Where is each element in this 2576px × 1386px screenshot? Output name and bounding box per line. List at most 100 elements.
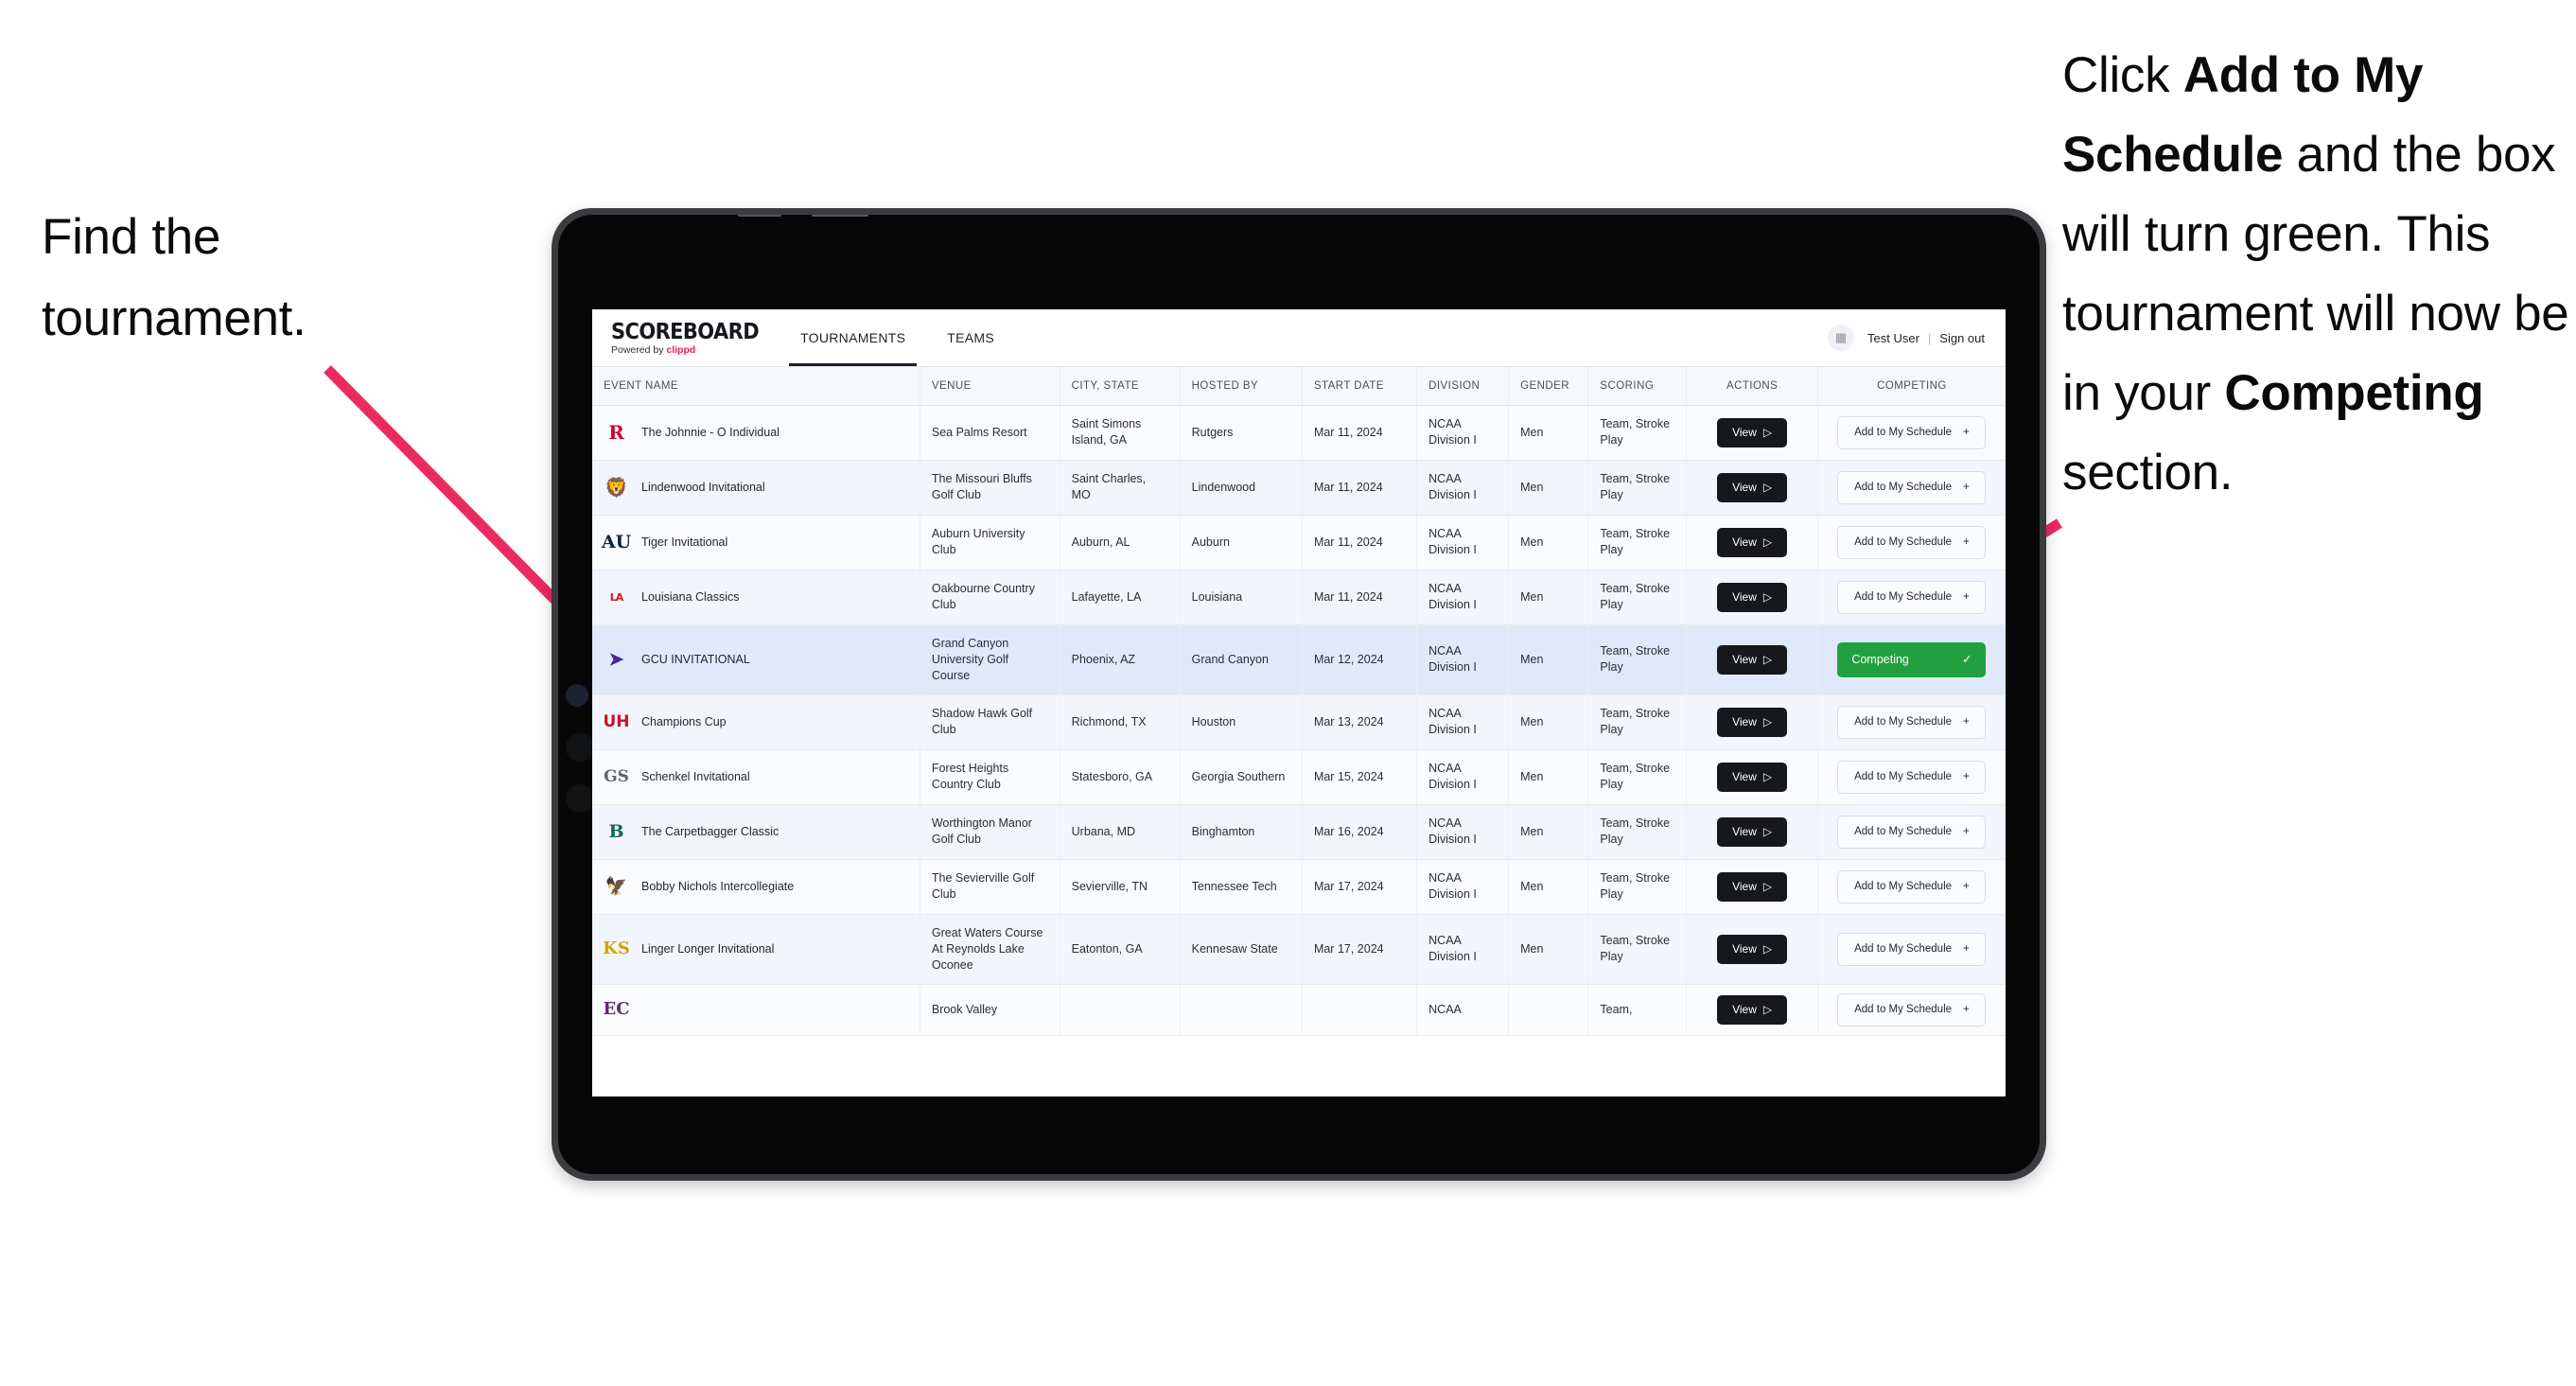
table-row[interactable]: R The Johnnie - O Individual Sea Palms Res… [592,405,2006,461]
cell-competing: Add to My Schedule + [1817,460,2006,516]
view-button[interactable]: View ▷ [1717,994,1788,1025]
col-header-scoring[interactable]: SCORING [1587,367,1688,406]
view-button[interactable]: View ▷ [1717,582,1788,612]
power-button[interactable] [738,215,781,217]
tab-teams[interactable]: TEAMS [926,309,1015,366]
view-button[interactable]: View ▷ [1717,707,1788,737]
cell-hosted-by: Lindenwood [1180,460,1303,516]
table-row[interactable]: 🦁 Lindenwood Invitational The Missouri Blu… [592,460,2006,516]
add-to-my-schedule-button[interactable]: Add to My Schedule + [1837,580,1987,614]
side-dot-2 [566,784,594,813]
add-to-my-schedule-button[interactable]: Add to My Schedule + [1837,815,1987,849]
view-button[interactable]: View ▷ [1717,871,1788,902]
view-button-label: View [1732,480,1757,494]
table-row[interactable]: B The Carpetbagger Classic Worthington Man… [592,804,2006,860]
cell-division: NCAA Division I [1416,804,1510,860]
user-grid-icon[interactable]: ▦ [1828,325,1854,351]
cell-event-name: UH Champions Cup [592,694,920,750]
col-header-gender[interactable]: GENDER [1508,367,1589,406]
cell-venue: Brook Valley [920,984,1060,1036]
cell-scoring: Team, Stroke Play [1587,804,1688,860]
plus-icon: + [1963,426,1970,438]
col-header-division[interactable]: DIVISION [1416,367,1510,406]
cell-event-name: AU Tiger Invitational [592,515,920,570]
view-button[interactable]: View ▷ [1717,762,1788,792]
col-header-actions[interactable]: ACTIONS [1686,367,1818,406]
view-button[interactable]: View ▷ [1717,934,1788,964]
powered-by-label: Powered by [611,344,667,356]
table-row[interactable]: AU Tiger Invitational Auburn University Cl… [592,515,2006,570]
plus-icon: + [1963,942,1970,955]
arrow-circle-right-icon: ▷ [1762,481,1773,494]
view-button[interactable]: View ▷ [1717,417,1788,447]
cell-actions: View ▷ [1686,460,1818,516]
volume-button[interactable] [812,215,868,217]
cell-city-state: Auburn, AL [1060,515,1181,570]
cell-start-date [1302,984,1418,1036]
table-row[interactable]: EC Brook Valley NCAA Team, View ▷ Add to My Sc… [592,984,2006,1036]
col-header-venue[interactable]: VENUE [920,367,1060,406]
cell-city-state: Saint Charles, MO [1060,460,1181,516]
view-button-label: View [1732,941,1757,956]
cell-start-date: Mar 11, 2024 [1302,460,1418,516]
user-info: Test User | Sign out [1867,331,1985,345]
table-row[interactable]: KS Linger Longer Invitational Great Waters… [592,914,2006,985]
add-to-my-schedule-button[interactable]: Add to My Schedule + [1837,705,1987,739]
view-button[interactable]: View ▷ [1717,527,1788,557]
add-to-my-schedule-button[interactable]: Add to My Schedule + [1837,415,1987,449]
cell-competing: Add to My Schedule + [1817,914,2006,985]
add-to-my-schedule-button[interactable]: Add to My Schedule + [1837,760,1987,794]
view-button[interactable]: View ▷ [1717,644,1788,675]
col-header-competing[interactable]: COMPETING [1817,367,2006,406]
table-row[interactable]: ➤ GCU INVITATIONAL Grand Canyon University… [592,624,2006,695]
col-header-hosted-by[interactable]: HOSTED BY [1180,367,1303,406]
cell-gender: Men [1508,859,1589,915]
col-header-start-date[interactable]: START DATE [1302,367,1418,406]
view-button[interactable]: View ▷ [1717,472,1788,502]
add-to-my-schedule-button[interactable]: Add to My Schedule + [1837,525,1987,559]
cell-start-date: Mar 13, 2024 [1302,694,1418,750]
col-header-event-name[interactable]: EVENT NAME [592,367,920,406]
app-viewport: SCOREBOARD Powered by clippd TOURNAMENTS… [592,309,2006,1097]
tab-tournaments[interactable]: TOURNAMENTS [780,309,926,366]
cell-gender: Men [1508,804,1589,860]
brand-logo[interactable]: SCOREBOARD Powered by clippd [592,309,780,366]
team-logo-icon: R [608,421,624,444]
cell-scoring: Team, Stroke Play [1587,859,1688,915]
cell-hosted-by: Georgia Southern [1180,749,1303,805]
add-to-my-schedule-button[interactable]: Add to My Schedule + [1837,470,1987,504]
add-to-my-schedule-button[interactable]: Add to My Schedule + [1837,932,1987,966]
cell-division: NCAA [1416,984,1510,1036]
user-separator: | [1927,330,1932,345]
cell-actions: View ▷ [1686,570,1818,625]
view-button-label: View [1732,535,1757,549]
cell-start-date: Mar 12, 2024 [1302,624,1418,695]
view-button[interactable]: View ▷ [1717,816,1788,847]
cell-gender: Men [1508,749,1589,805]
cell-competing: Add to My Schedule + [1817,804,2006,860]
cell-hosted-by: Tennessee Tech [1180,859,1303,915]
cell-scoring: Team, Stroke Play [1587,515,1688,570]
cell-division: NCAA Division I [1416,460,1510,516]
cell-hosted-by: Grand Canyon [1180,624,1303,695]
event-name-label: Lindenwood Invitational [641,480,765,494]
event-name-label: Schenkel Invitational [641,769,750,783]
cell-venue: Oakbourne Country Club [920,570,1060,625]
table-row[interactable]: LA Louisiana Classics Oakbourne Country Cl… [592,570,2006,625]
add-to-my-schedule-button[interactable]: Add to My Schedule + [1837,992,1987,1026]
cell-gender [1508,984,1589,1036]
add-to-my-schedule-button[interactable]: Add to My Schedule + [1837,869,1987,904]
arrow-circle-right-icon: ▷ [1762,535,1773,549]
table-row[interactable]: UH Champions Cup Shadow Hawk Golf Club Rich… [592,694,2006,750]
col-header-city-state[interactable]: CITY, STATE [1060,367,1181,406]
cell-start-date: Mar 15, 2024 [1302,749,1418,805]
cell-division: NCAA Division I [1416,405,1510,461]
tablet-device: SCOREBOARD Powered by clippd TOURNAMENTS… [552,208,2046,1181]
sign-out-link[interactable]: Sign out [1939,331,1985,345]
competing-badge-button[interactable]: Competing ✓ [1837,641,1987,677]
cell-hosted-by: Auburn [1180,515,1303,570]
table-row[interactable]: 🦅 Bobby Nichols Intercollegiate The Sevier… [592,859,2006,915]
competing-label: Competing [1851,652,1909,666]
table-row[interactable]: GS Schenkel Invitational Forest Heights Co… [592,749,2006,805]
brand-title: SCOREBOARD [611,318,760,344]
